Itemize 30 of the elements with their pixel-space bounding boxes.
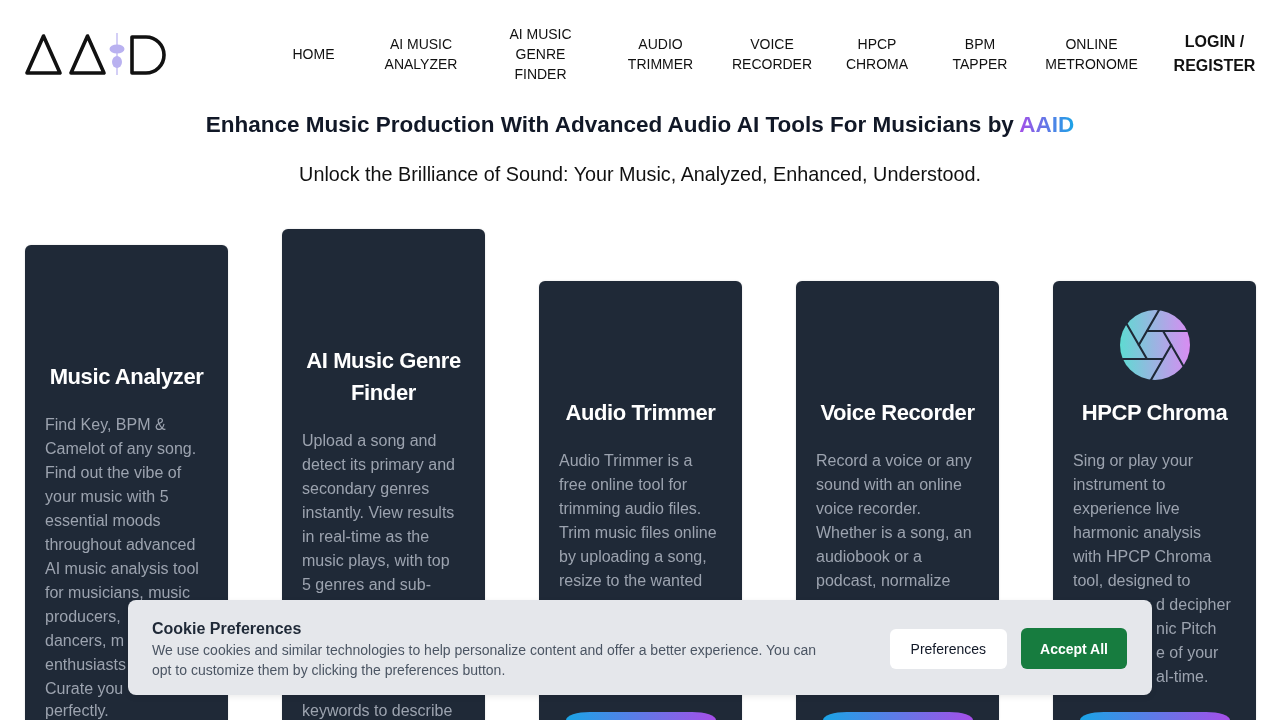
nav-link[interactable]: HOME: [292, 44, 335, 64]
card-title: Audio Trimmer: [564, 399, 717, 427]
card-description: Audio Trimmer is a free online tool for trimming audio files. Trim music files online by uploading a song, resize to the wanted: [559, 451, 718, 591]
card-description-fragment: perfectly.: [45, 701, 109, 720]
accept-all-button[interactable]: Accept All: [1021, 628, 1127, 669]
card-description-fragment: keywords to describe: [302, 701, 453, 720]
card-title: Voice Recorder: [819, 399, 976, 427]
login-register-link[interactable]: LOGIN / REGISTER: [1169, 30, 1260, 78]
card-button[interactable]: [565, 712, 716, 720]
nav-link[interactable]: VOICE RECORDER: [728, 34, 816, 74]
nav-link[interactable]: HPCP CHROMA: [833, 34, 921, 74]
nav-link[interactable]: BPM TAPPER: [936, 34, 1024, 74]
card-button[interactable]: [822, 712, 973, 720]
logo-icon[interactable]: [24, 32, 166, 76]
nav-link[interactable]: AI MUSIC ANALYZER: [377, 34, 465, 74]
card-button[interactable]: [1079, 712, 1230, 720]
page-subtitle: Unlock the Brilliance of Sound: Your Music, Analyzed, Enhanced, Understood.: [298, 162, 982, 187]
nav-link[interactable]: ONLINE METRONOME: [1043, 34, 1140, 74]
card-description: Record a voice or any sound with an online voice recorder. Whether is a song, an audiobook or a podcast, normalize: [816, 451, 973, 591]
nav-link[interactable]: AUDIO TRIMMER: [616, 34, 705, 74]
page-headline: Enhance Music Production With Advanced Audio AI Tools For Musicians by AAID: [204, 111, 1076, 139]
preferences-button[interactable]: Preferences: [889, 628, 1008, 669]
cookie-title: Cookie Preferences: [152, 618, 302, 639]
cookie-text: We use cookies and similar technologies to help personalize content and offer a better experience. You can opt to customize them by clicking the preferences button.: [152, 640, 818, 680]
card-title: Music Analyzer: [48, 363, 205, 391]
card-description: Upload a song and detect its primary and secondary genres instantly. View results in real-time as the music plays, with top 5 genres and sub-: [302, 431, 456, 595]
card-description-fragment: d decipher nic Pitch e of your al-time.: [1156, 595, 1231, 687]
card-title: HPCP Chroma: [1080, 399, 1229, 427]
nav-link[interactable]: AI MUSIC GENRE FINDER: [496, 24, 585, 84]
card-title: AI Music Genre Finder: [305, 347, 462, 407]
